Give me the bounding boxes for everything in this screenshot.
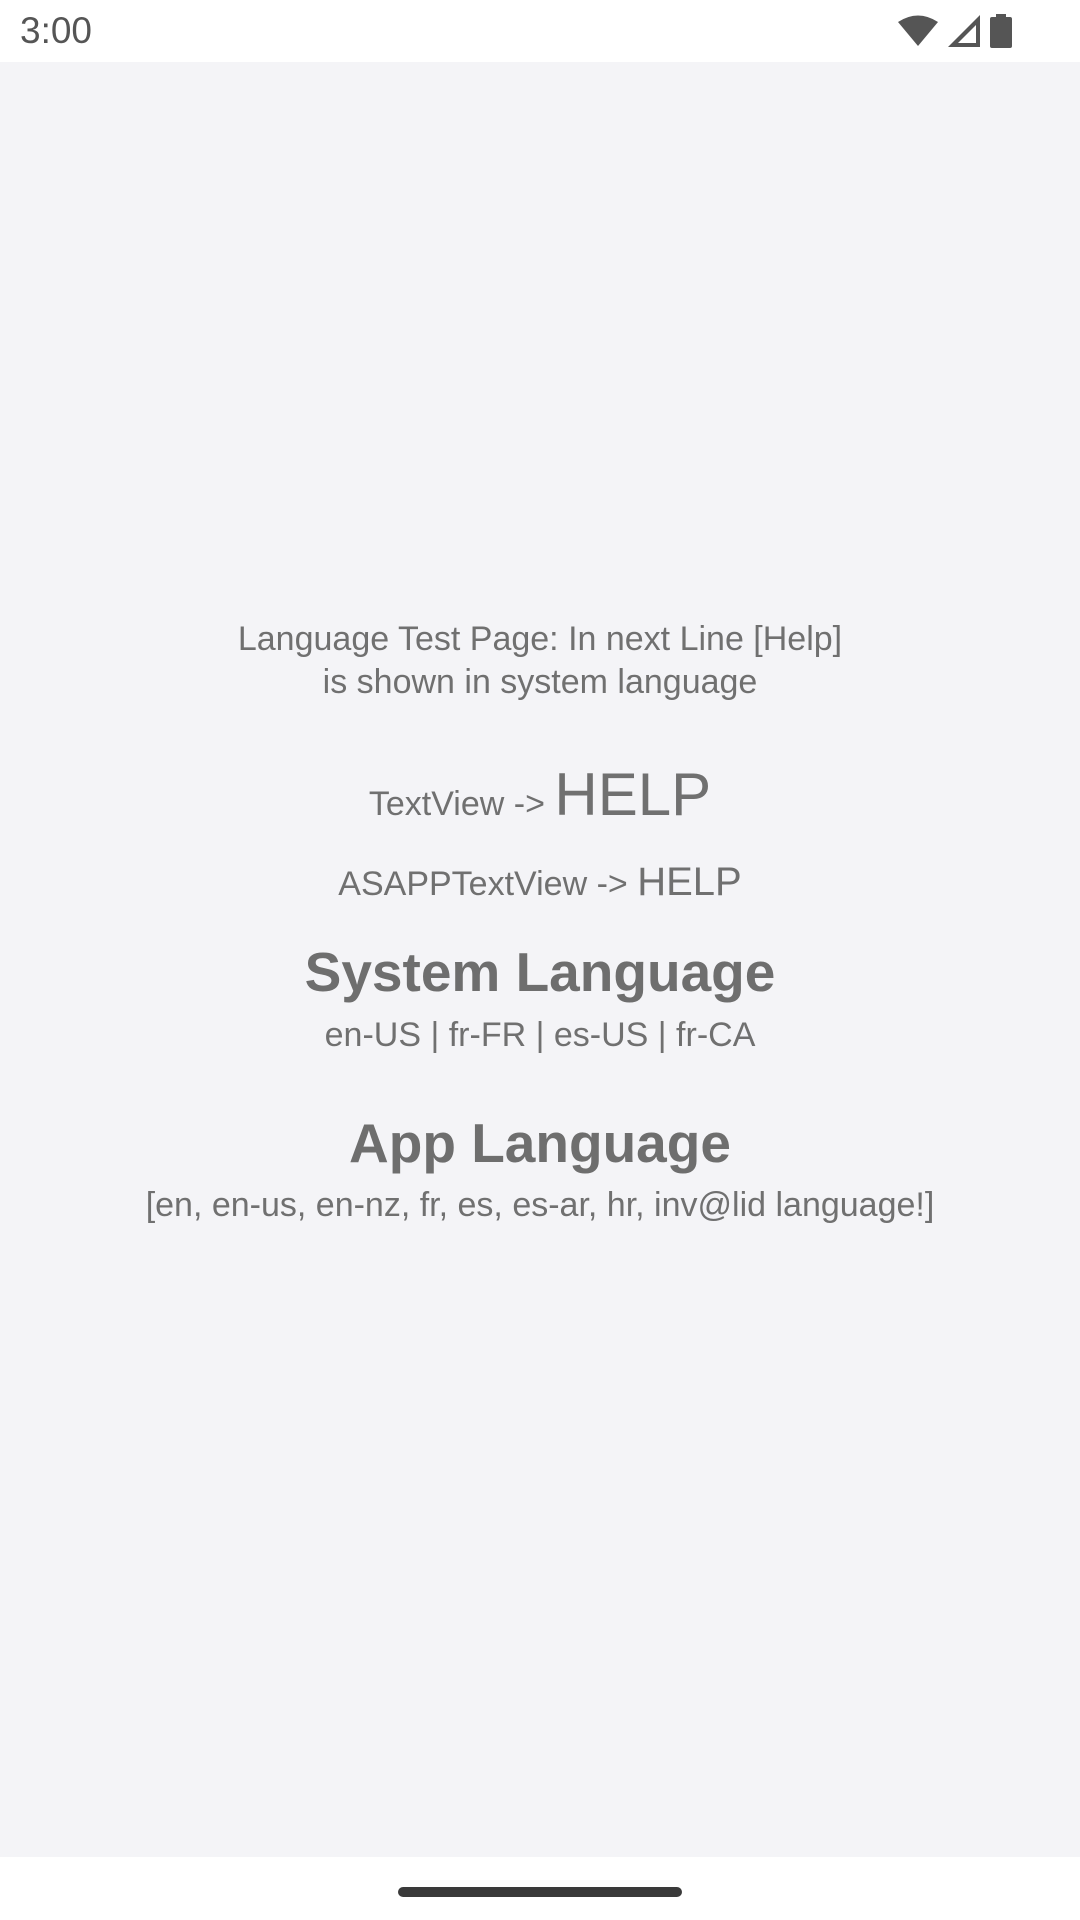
textview-row: TextView -> HELP xyxy=(0,760,1080,829)
wifi-icon xyxy=(898,15,938,47)
battery-icon xyxy=(990,14,1012,48)
status-bar: 3:00 xyxy=(0,0,1080,62)
asapp-textview-help-value: HELP xyxy=(637,860,742,904)
asapp-textview-row: ASAPPTextView -> HELP xyxy=(0,860,1080,905)
intro-line-2: is shown in system language xyxy=(322,663,758,701)
status-icons xyxy=(898,12,1012,50)
home-gesture-handle[interactable] xyxy=(398,1887,682,1897)
cellular-signal-icon xyxy=(948,15,980,47)
status-time: 3:00 xyxy=(20,10,93,51)
app-language-values: [en, en-us, en-nz, fr, es, es-ar, hr, in… xyxy=(145,1186,935,1224)
app-language-title: App Language xyxy=(349,1112,731,1174)
textview-label: TextView -> xyxy=(368,785,555,823)
system-language-values: en-US | fr-FR | es-US | fr-CA xyxy=(324,1016,756,1054)
gesture-navigation-bar xyxy=(0,1857,1080,1920)
intro-line-1: Language Test Page: In next Line [Help] xyxy=(237,620,843,658)
asapp-textview-label: ASAPPTextView -> xyxy=(338,865,638,903)
intro-text: Language Test Page: In next Line [Help] … xyxy=(0,618,1080,704)
textview-help-value: HELP xyxy=(554,761,712,828)
system-language-title: System Language xyxy=(304,941,776,1003)
